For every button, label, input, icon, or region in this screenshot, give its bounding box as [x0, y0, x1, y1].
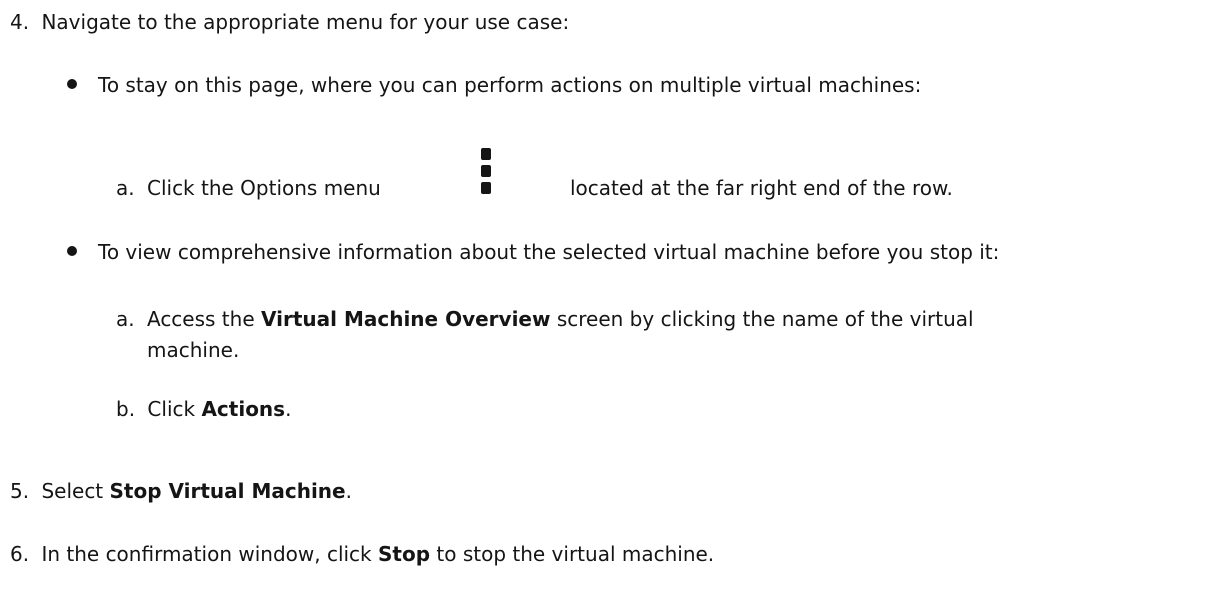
substep-a-access: a. Access the Virtual Machine Overview s…	[116, 307, 974, 331]
substep-text: Access the	[146, 307, 261, 331]
substep-text: screen by clicking the name of the virtu…	[556, 307, 974, 331]
step-number: 4.	[10, 10, 30, 34]
substep-number: b.	[116, 397, 136, 421]
step-number: 6.	[10, 542, 30, 566]
bullet-text: To stay on this page, where you can perf…	[98, 73, 922, 97]
step-text: to stop the virtual machine.	[430, 542, 715, 566]
bullet-icon	[67, 246, 77, 256]
ui-term: Stop	[378, 542, 431, 566]
step-6: 6. In the confirmation window, click Sto…	[10, 542, 714, 566]
substep-text: Click	[147, 397, 202, 421]
step-number: 5.	[10, 479, 30, 503]
ui-term: Virtual Machine Overview	[261, 307, 551, 331]
bullet-icon	[67, 79, 77, 89]
punctuation: .	[285, 397, 292, 421]
step-5: 5. Select Stop Virtual Machine.	[10, 479, 352, 503]
substep-number: a.	[116, 176, 135, 200]
ui-term: Stop Virtual Machine	[109, 479, 346, 503]
step-text: Select	[41, 479, 110, 503]
ui-term: Actions	[201, 397, 286, 421]
step-text: In the confirmation window, click	[41, 542, 378, 566]
substep-b: b. Click Actions.	[116, 397, 291, 421]
bullet-text: To view comprehensive information about …	[98, 240, 1000, 264]
substep-number: a.	[116, 307, 135, 331]
substep-text-wrap: machine.	[147, 338, 240, 362]
substep-text: Click the Options menu	[146, 176, 381, 200]
punctuation: .	[345, 479, 352, 503]
step-4: 4. Navigate to the appropriate menu for …	[10, 10, 569, 34]
options-menu-kebab-icon	[481, 148, 491, 194]
step-text: Navigate to the appropriate menu for you…	[41, 10, 570, 34]
substep-text-continued: located at the far right end of the row.	[570, 176, 953, 200]
substep-a-options: a. Click the Options menu	[116, 176, 381, 200]
